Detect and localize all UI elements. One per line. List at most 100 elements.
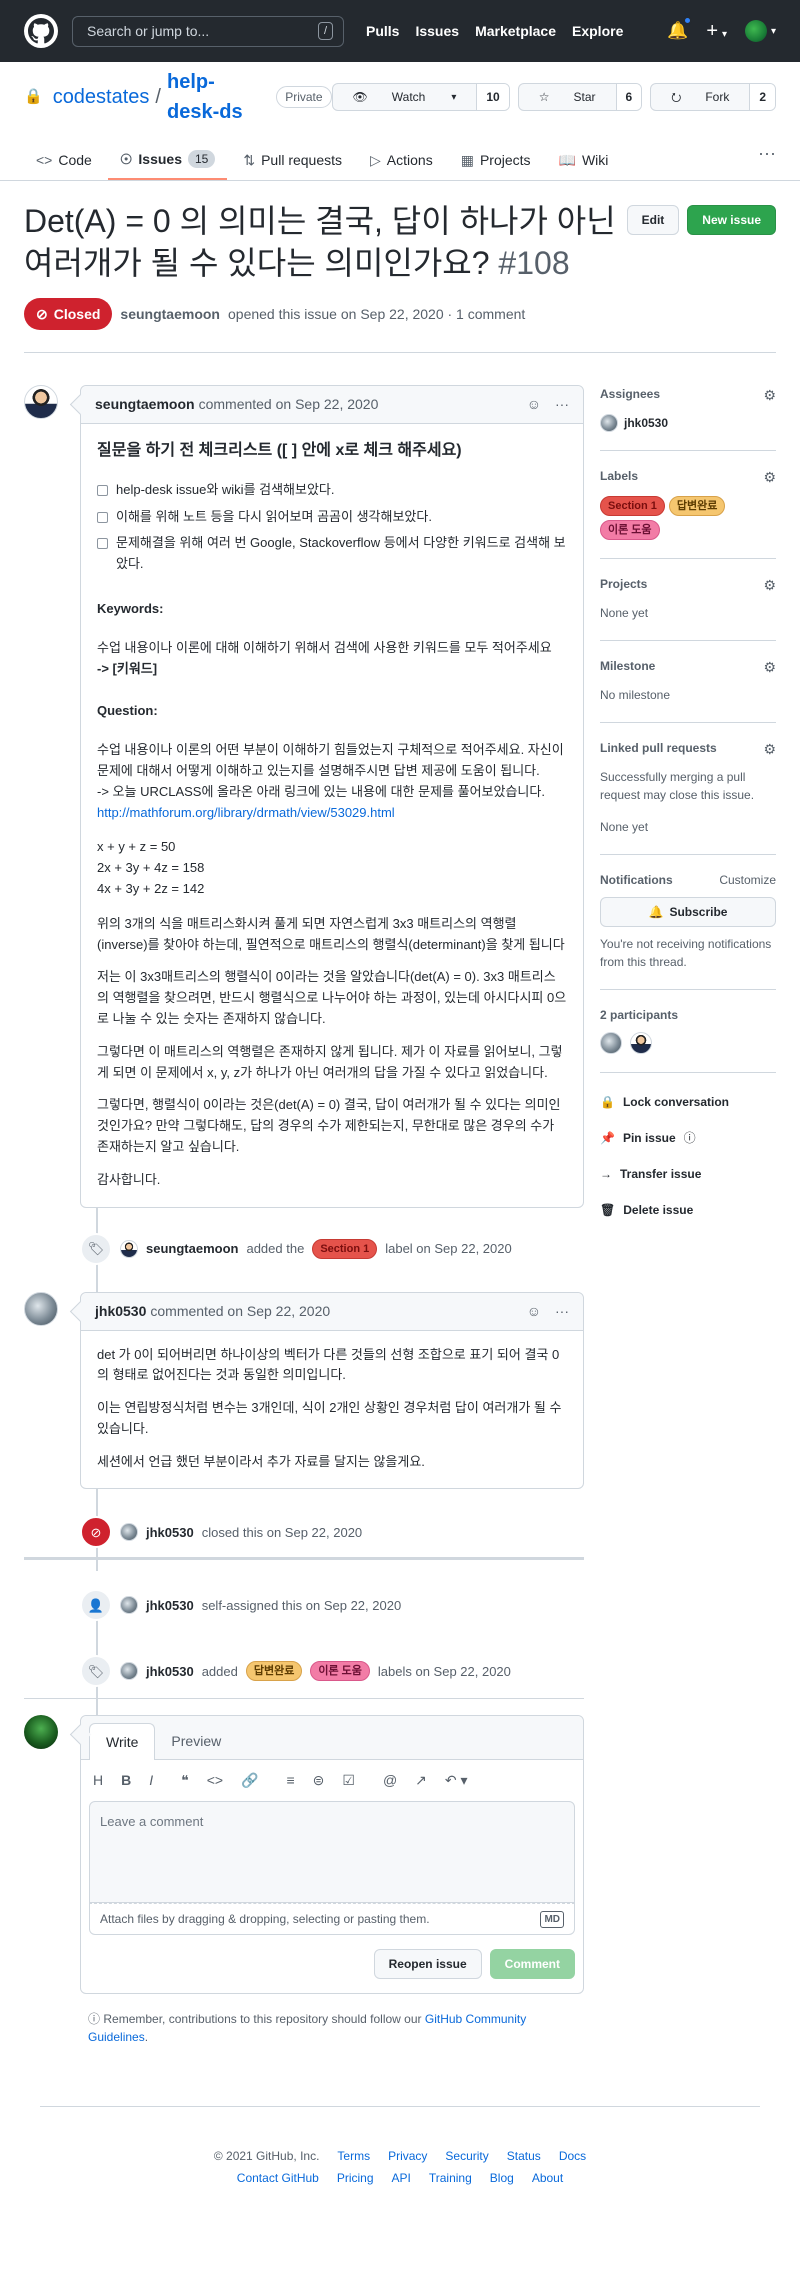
comment-textarea[interactable]: Leave a comment: [89, 1801, 575, 1904]
avatar[interactable]: [600, 414, 618, 433]
numbered-list-icon[interactable]: ⊜: [313, 1770, 325, 1791]
subscribe-button[interactable]: 🔔 Subscribe: [600, 897, 776, 928]
tab-projects[interactable]: ▦ Projects: [449, 134, 543, 180]
comment-time[interactable]: commented on Sep 22, 2020: [150, 1301, 330, 1322]
more-icon[interactable]: ···: [555, 1301, 569, 1322]
reply-icon[interactable]: ↶ ▾: [445, 1770, 468, 1791]
attach-files-area[interactable]: Attach files by dragging & dropping, sel…: [89, 1903, 575, 1936]
gear-icon[interactable]: ⚙: [763, 467, 776, 488]
comment-button[interactable]: Comment: [489, 1949, 575, 1980]
bold-icon[interactable]: B: [121, 1770, 131, 1791]
footer-link[interactable]: Status: [507, 2147, 541, 2165]
tab-issues[interactable]: ☉ Issues 15: [107, 134, 228, 180]
label-section-1[interactable]: Section 1: [600, 496, 665, 517]
label-section-1[interactable]: Section 1: [312, 1238, 378, 1259]
avatar[interactable]: [120, 1523, 138, 1542]
repo-owner-link[interactable]: codestates: [53, 82, 150, 112]
label-theory-help[interactable]: 이론 도움: [310, 1661, 370, 1682]
question-text: 수업 내용이나 이론의 어떤 부분이 이해하기 힘들었는지 구체적으로 적어주세…: [97, 742, 564, 778]
delete-issue-button[interactable]: 🗑 Delete issue: [600, 1201, 776, 1219]
italic-icon[interactable]: I: [149, 1770, 153, 1791]
smiley-icon[interactable]: ☺: [527, 394, 541, 415]
watch-count[interactable]: 10: [476, 84, 509, 110]
footer-link[interactable]: Docs: [559, 2147, 586, 2165]
comment-time[interactable]: commented on Sep 22, 2020: [199, 394, 379, 415]
label-answered[interactable]: 답변완료: [245, 1661, 303, 1682]
link-icon[interactable]: 🔗: [241, 1770, 258, 1791]
tab-actions[interactable]: ▷ Actions: [358, 134, 445, 180]
more-icon[interactable]: ···: [758, 134, 776, 167]
label-answered[interactable]: 답변완료: [668, 496, 726, 517]
star-button[interactable]: ☆ Star 6: [517, 83, 643, 111]
quote-icon[interactable]: ❝: [181, 1770, 189, 1791]
footer-link[interactable]: API: [392, 2169, 411, 2187]
avatar[interactable]: [24, 385, 58, 420]
transfer-issue-button[interactable]: → Transfer issue: [600, 1165, 776, 1183]
gear-icon[interactable]: ⚙: [763, 739, 776, 760]
footer-link[interactable]: Terms: [337, 2147, 370, 2165]
repo-name-link[interactable]: help-desk-ds: [167, 67, 262, 127]
nav-explore[interactable]: Explore: [572, 21, 623, 42]
avatar[interactable]: [630, 1032, 652, 1055]
bulleted-list-icon[interactable]: ≡: [286, 1770, 294, 1791]
github-logo-icon[interactable]: [24, 14, 58, 48]
issue-author[interactable]: seungtaemoon: [120, 304, 220, 325]
label-theory-help[interactable]: 이론 도움: [600, 520, 660, 541]
heading-icon[interactable]: H: [93, 1770, 103, 1791]
tab-preview[interactable]: Preview: [155, 1723, 237, 1759]
footer-link[interactable]: Blog: [490, 2169, 514, 2187]
tab-write[interactable]: Write: [89, 1723, 156, 1761]
watch-button[interactable]: 👁 Watch ▾ 10: [331, 83, 510, 111]
gear-icon[interactable]: ⚙: [763, 657, 776, 678]
search-input[interactable]: Search or jump to... /: [72, 15, 344, 47]
footer-link[interactable]: About: [532, 2169, 563, 2187]
lock-conversation-button[interactable]: 🔒 Lock conversation: [600, 1093, 776, 1111]
notifications-bell-icon[interactable]: 🔔: [667, 16, 693, 44]
avatar[interactable]: [120, 1662, 138, 1681]
user-menu[interactable]: ▾: [744, 20, 776, 42]
avatar[interactable]: [120, 1596, 138, 1615]
star-count[interactable]: 6: [615, 84, 642, 110]
gear-icon[interactable]: ⚙: [763, 575, 776, 596]
avatar[interactable]: [120, 1239, 138, 1258]
task-list-icon[interactable]: ☑: [342, 1770, 355, 1791]
event-actor[interactable]: jhk0530: [146, 1662, 194, 1682]
avatar[interactable]: [24, 1291, 58, 1326]
smiley-icon[interactable]: ☺: [527, 1301, 541, 1322]
more-icon[interactable]: ···: [555, 394, 569, 415]
tab-wiki[interactable]: 📖 Wiki: [547, 134, 621, 180]
footer-link[interactable]: Pricing: [337, 2169, 374, 2187]
footer-link[interactable]: Training: [429, 2169, 472, 2187]
tab-code[interactable]: <> Code: [24, 134, 104, 180]
nav-pulls[interactable]: Pulls: [366, 21, 399, 42]
sidebar-linked-prs: Linked pull requests ⚙ Successfully mergi…: [600, 723, 776, 856]
avatar[interactable]: [24, 1715, 58, 1750]
nav-issues[interactable]: Issues: [415, 21, 459, 42]
event-actor[interactable]: jhk0530: [146, 1596, 194, 1616]
reopen-issue-button[interactable]: Reopen issue: [373, 1949, 482, 1980]
customize-link[interactable]: Customize: [719, 871, 776, 889]
create-new-button[interactable]: + ▾: [706, 16, 727, 46]
assignee-name[interactable]: jhk0530: [624, 414, 668, 432]
tab-pull-requests[interactable]: ⇅ Pull requests: [231, 134, 354, 180]
event-actor[interactable]: jhk0530: [146, 1523, 194, 1543]
nav-marketplace[interactable]: Marketplace: [475, 21, 556, 42]
fork-count[interactable]: 2: [749, 84, 775, 110]
math-forum-link[interactable]: http://mathforum.org/library/drmath/view…: [97, 805, 395, 820]
new-issue-button[interactable]: New issue: [687, 205, 776, 235]
footer-link[interactable]: Privacy: [388, 2147, 427, 2165]
avatar[interactable]: [600, 1032, 622, 1055]
pin-issue-button[interactable]: 📌 Pin issue ⓘ: [600, 1129, 776, 1147]
footer-link[interactable]: Contact GitHub: [237, 2169, 319, 2187]
mention-icon[interactable]: @: [383, 1770, 397, 1791]
avatar: [744, 20, 767, 42]
comment-author[interactable]: jhk0530: [95, 1301, 146, 1322]
comment-author[interactable]: seungtaemoon: [95, 394, 195, 415]
event-actor[interactable]: seungtaemoon: [146, 1239, 238, 1259]
cross-reference-icon[interactable]: ↗: [415, 1770, 427, 1791]
fork-button[interactable]: ⭮ Fork 2: [650, 83, 776, 111]
footer-link[interactable]: Security: [445, 2147, 488, 2165]
edit-button[interactable]: Edit: [626, 205, 680, 235]
code-icon[interactable]: <>: [207, 1770, 223, 1791]
gear-icon[interactable]: ⚙: [763, 385, 776, 406]
